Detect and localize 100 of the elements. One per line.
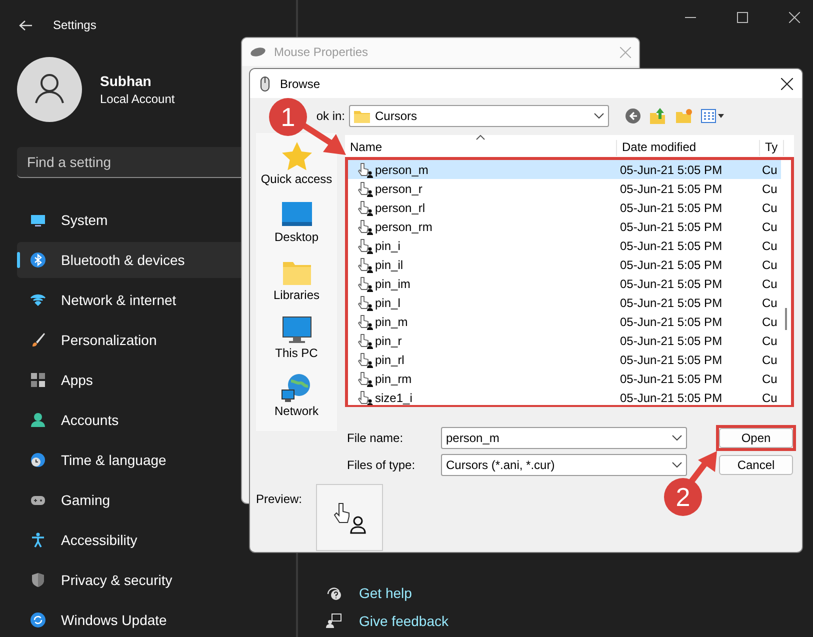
file-name: pin_l [375,296,400,310]
date-cell-text: 05-Jun-21 5:05 PM [619,276,724,290]
chevron-down-icon [594,113,604,119]
look-in-label: ok in: [316,109,345,123]
file-row[interactable]: size1_i 05-Jun-21 5:05 PM Cu [348,388,781,405]
file-row[interactable]: person_rl 05-Jun-21 5:05 PM Cu [348,198,781,217]
date-cell-text: 05-Jun-21 5:05 PM [619,390,724,404]
file-type-dropdown[interactable]: Cursors (*.ani, *.cur) [441,454,687,476]
file-row[interactable]: pin_r 05-Jun-21 5:05 PM Cu [348,331,781,350]
file-name: person_r [375,182,422,196]
column-header[interactable]: Ty [760,140,784,156]
file-name: pin_r [375,334,402,348]
table-cell-text: Cu [761,296,778,310]
file-row[interactable]: person_rm 05-Jun-21 5:05 PM Cu [348,217,781,236]
file-row[interactable]: pin_il 05-Jun-21 5:05 PM Cu [348,255,781,274]
chevron-down-icon [672,435,682,441]
table-cell-text: Cu [761,276,778,290]
cancel-button[interactable]: Cancel [719,455,793,475]
shield-icon [30,572,46,588]
help-link[interactable]: Give feedback [359,613,448,629]
help-link[interactable]: Get help [359,585,412,601]
scrollbar-thumb[interactable] [785,308,787,330]
folder-icon [354,110,370,122]
cursor-file-icon [357,294,373,310]
table-cell-text: Cu [761,390,778,404]
file-row[interactable]: person_r 05-Jun-21 5:05 PM Cu [348,179,781,198]
feedback-icon [326,613,342,629]
file-row[interactable]: pin_l 05-Jun-21 5:05 PM Cu [348,293,781,312]
apps-icon [30,372,46,388]
file-name: person_rm [375,220,432,234]
look-in-dropdown[interactable]: Cursors [349,105,609,127]
nav-item[interactable]: Privacy & security [17,562,288,598]
cursor-file-icon [357,256,373,272]
table-cell-text: Cu [761,200,778,214]
user-name: Subhan [100,73,152,89]
place-item[interactable]: This PC [256,315,337,373]
avatar-icon [17,57,82,122]
nav-item[interactable]: Windows Update [17,602,288,637]
table-cell-text: Cu [761,352,778,366]
open-button[interactable]: Open [719,428,793,448]
place-item[interactable]: Network [256,373,337,431]
file-type-label: Files of type: [346,458,416,472]
file-name-label: File name: [346,431,404,445]
file-name: pin_im [375,276,410,290]
chevron-down-icon [672,462,682,468]
brush-icon [30,332,46,348]
window-title: Mouse Properties [274,45,368,59]
file-row[interactable]: person_m 05-Jun-21 5:05 PM Cu [348,160,781,179]
file-row[interactable]: pin_m 05-Jun-21 5:05 PM Cu [348,312,781,331]
callout-arrow [301,122,347,156]
cursor-file-icon [357,200,373,216]
file-row[interactable]: pin_rm 05-Jun-21 5:05 PM Cu [348,369,781,388]
date-cell-text: 05-Jun-21 5:05 PM [619,258,724,272]
date-cell-text: 05-Jun-21 5:05 PM [619,372,724,386]
cursor-file-icon [357,238,373,254]
cursor-file-icon [357,180,373,196]
file-row[interactable]: pin_i 05-Jun-21 5:05 PM Cu [348,236,781,255]
table-cell-text: Cu [761,220,778,234]
cursor-file-icon [357,352,373,368]
account-type: Local Account [100,92,175,106]
file-name: pin_il [375,258,404,272]
date-cell-text: 05-Jun-21 5:05 PM [619,314,724,328]
desktop-icon [280,199,312,229]
date-cell-text: 05-Jun-21 5:05 PM [619,334,724,348]
up-folder-icon[interactable] [649,107,667,125]
dialog-title: Browse [280,76,320,90]
file-name: pin_m [375,314,408,328]
file-row[interactable]: pin_im 05-Jun-21 5:05 PM Cu [348,274,781,293]
cursor-file-icon [357,370,373,386]
refresh-icon [30,612,46,628]
cursor-preview-drawing [332,502,367,534]
back-arrow-icon[interactable] [19,20,32,30]
star-icon [280,141,312,171]
column-header[interactable]: Date modified [617,140,760,156]
date-cell-text: 05-Jun-21 5:05 PM [619,200,724,214]
globe-clock-icon [30,452,46,468]
maximize-icon[interactable] [737,12,748,23]
table-cell-text: Cu [761,314,778,328]
date-cell-text: 05-Jun-21 5:05 PM [619,352,724,366]
table-cell-text: Cu [761,162,778,176]
selection-indicator [17,252,20,268]
file-row[interactable]: pin_rl 05-Jun-21 5:05 PM Cu [348,350,781,369]
close-icon[interactable] [789,12,800,23]
file-name: size1_i [375,390,412,404]
nav-item[interactable]: Accessibility [17,522,288,558]
mouse-icon [250,47,266,57]
close-icon[interactable] [781,78,793,90]
date-cell-text: 05-Jun-21 5:05 PM [619,182,724,196]
file-name-field[interactable]: person_m [441,427,687,449]
view-menu-icon[interactable] [701,109,725,123]
mouse-icon [260,76,270,92]
table-cell-text: Cu [761,238,778,252]
back-icon[interactable] [625,108,641,124]
table-cell-text: Cu [761,334,778,348]
file-name: pin_rm [375,372,412,386]
file-name: pin_i [375,238,400,252]
file-name: person_rl [375,200,426,214]
globe-icon [280,373,312,403]
file-name: person_m [375,162,428,176]
window-title: Settings [53,18,96,32]
